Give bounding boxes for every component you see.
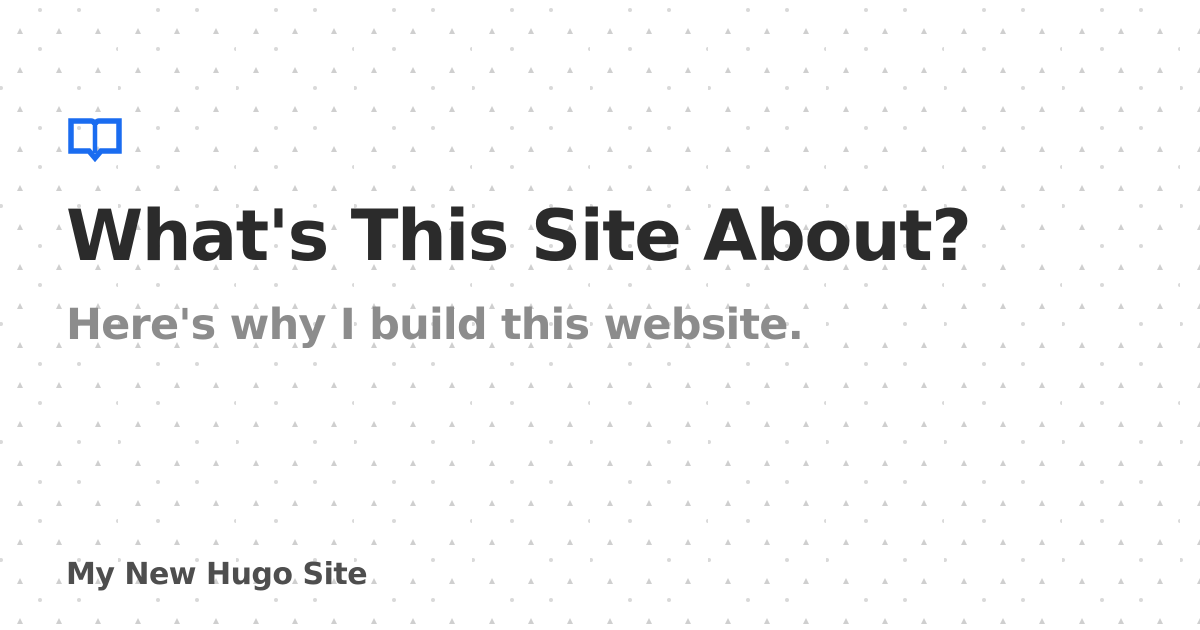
page-title: What's This Site About? bbox=[66, 195, 972, 277]
site-name: My New Hugo Site bbox=[66, 557, 368, 592]
open-book-icon bbox=[68, 118, 122, 162]
page-subtitle: Here's why I build this website. bbox=[66, 300, 804, 350]
